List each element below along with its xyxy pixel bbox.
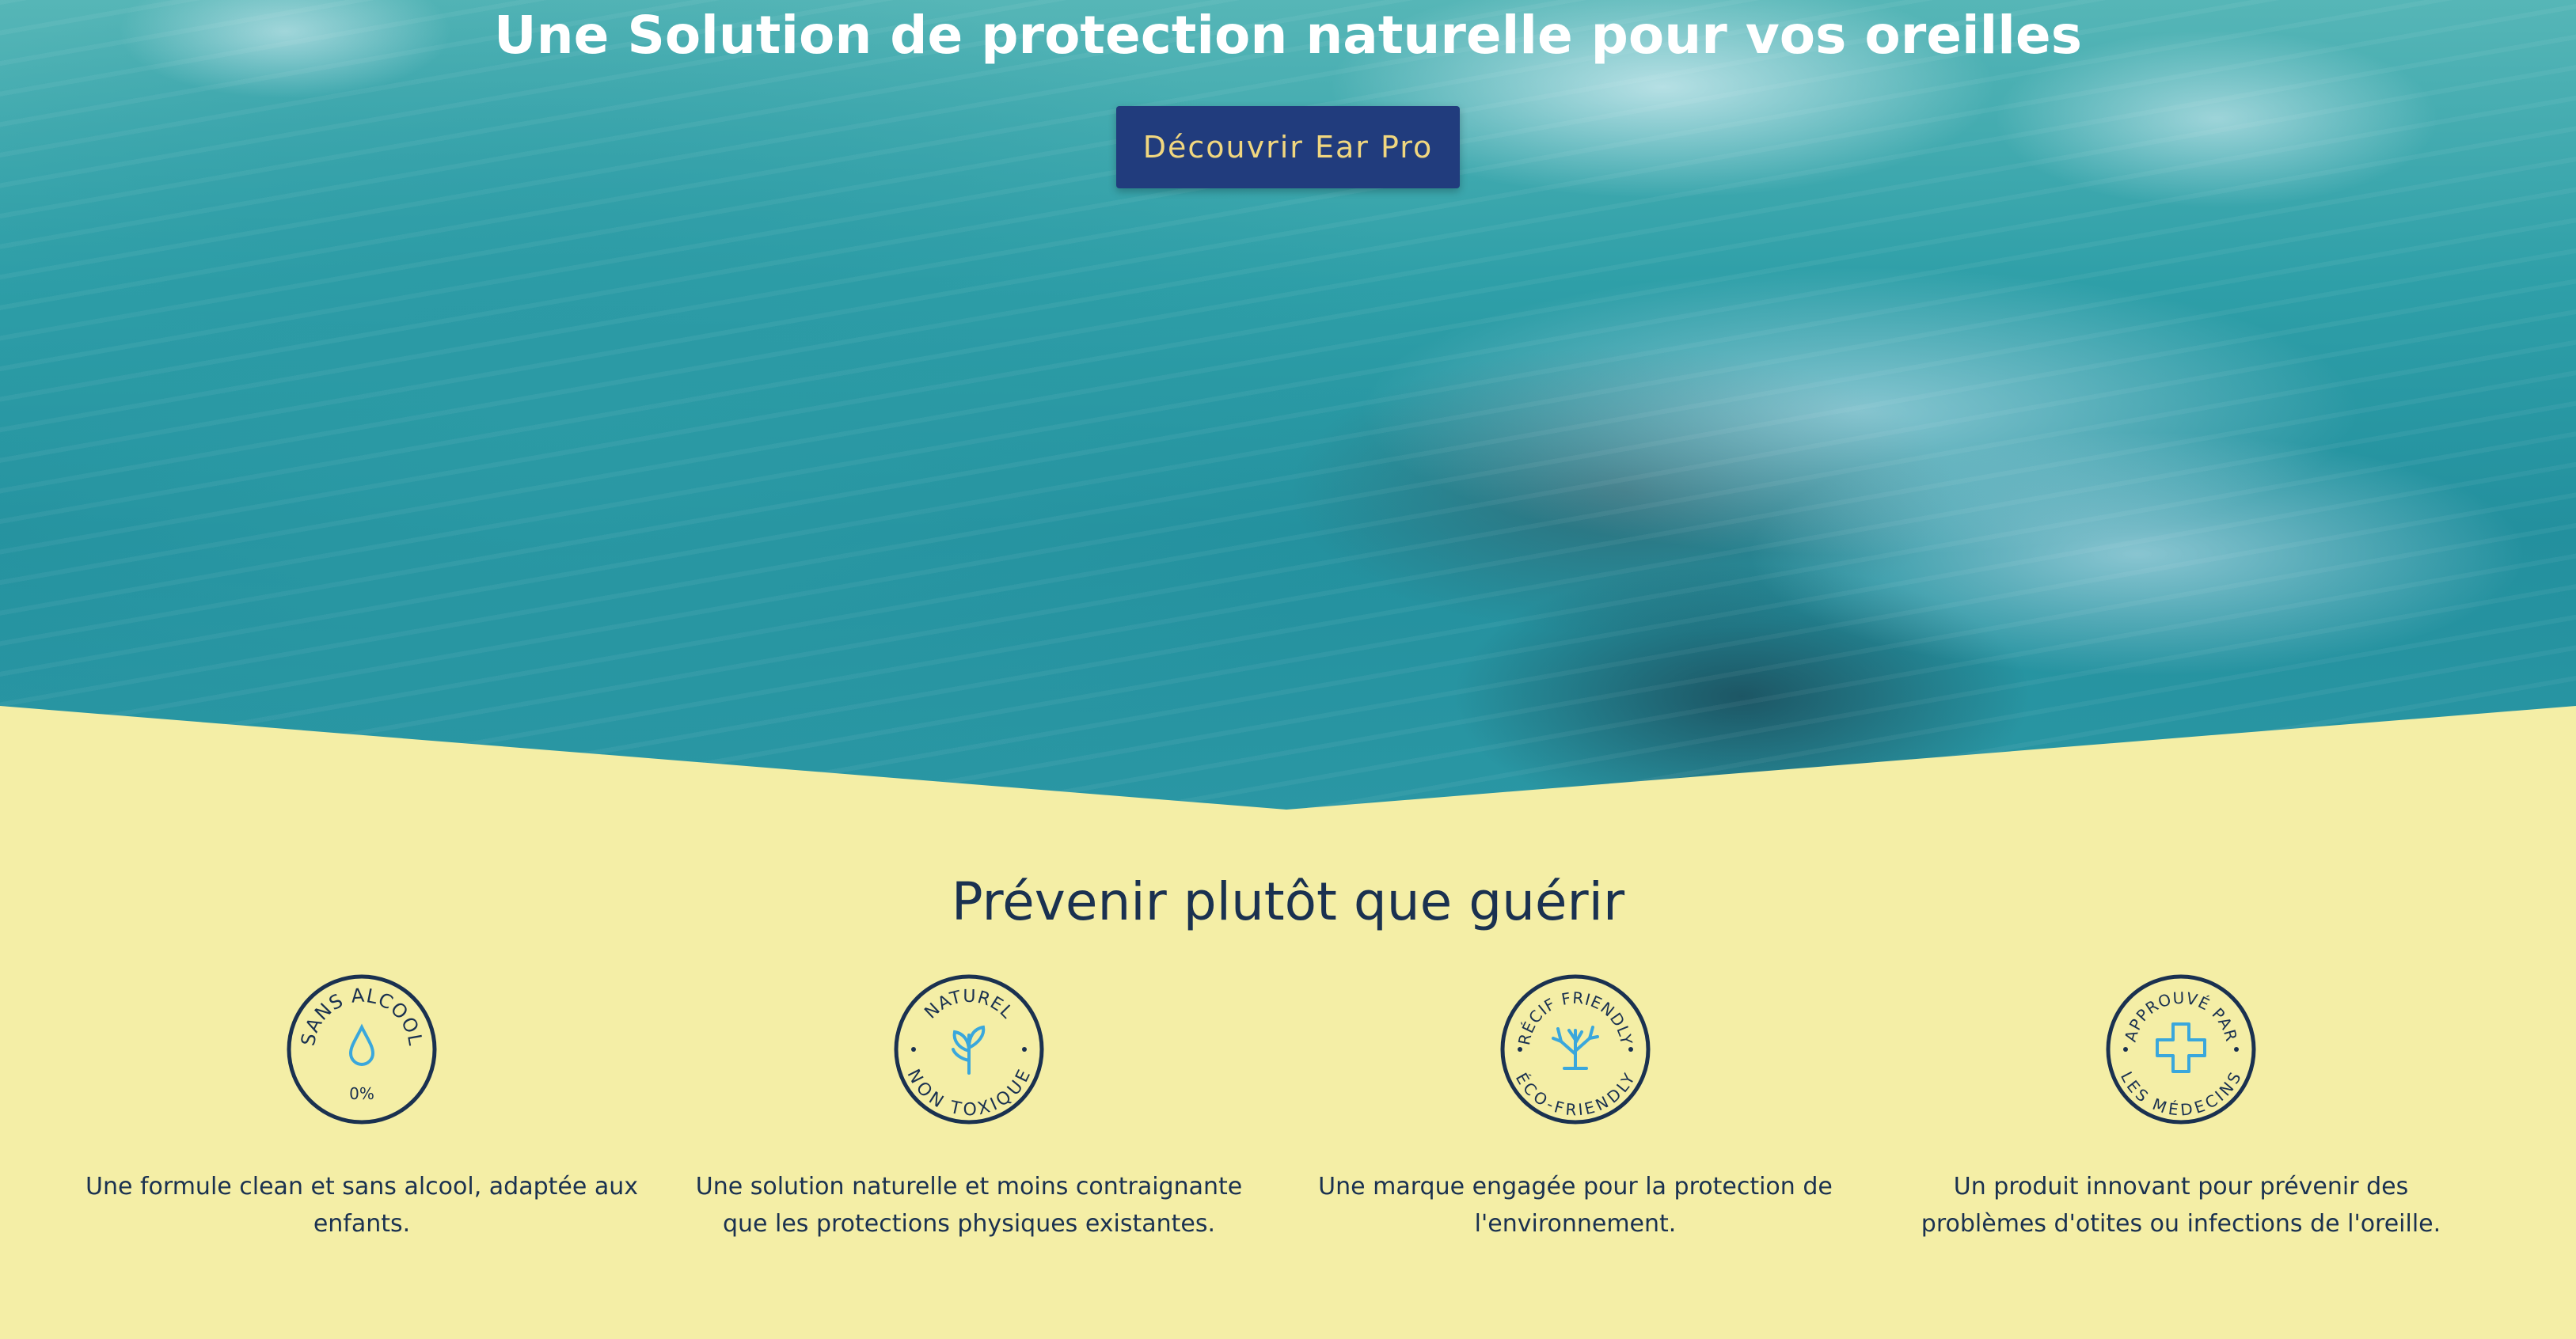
section-title: Prévenir plutôt que guérir xyxy=(951,871,1625,932)
hero-title: Une Solution de protection naturelle pou… xyxy=(494,5,2082,66)
feature-description: Un produit innovant pour prévenir des pr… xyxy=(1921,1173,2441,1238)
sans-alcool-badge: SANS ALCOOL 0% xyxy=(287,974,437,1125)
feature-description: Une solution naturelle et moins contraig… xyxy=(695,1173,1243,1238)
svg-text:ÉCO-FRIENDLY: ÉCO-FRIENDLY xyxy=(1512,1070,1639,1120)
feature-recif-friendly: RÉCIF FRIENDLY ÉCO-FRIENDLY Une marque e… xyxy=(1298,972,1852,1242)
approuve-medecins-badge: APPROUVÉ PAR LES MÉDECINS xyxy=(2106,974,2256,1125)
plant-icon xyxy=(952,1025,986,1075)
drop-icon xyxy=(348,1023,375,1066)
svg-text:LES MÉDECINS: LES MÉDECINS xyxy=(2117,1068,2245,1119)
badge-bottom-text: 0% xyxy=(349,1084,374,1103)
coral-icon xyxy=(1552,1026,1599,1070)
section-divider xyxy=(0,706,2576,823)
badge-bottom-text: LES MÉDECINS xyxy=(2117,1068,2244,1119)
svg-text:APPROUVÉ PAR: APPROUVÉ PAR xyxy=(2121,988,2241,1044)
feature-naturel: NATUREL NON TOXIQUE Une solution naturel… xyxy=(692,972,1246,1242)
feature-sans-alcool: SANS ALCOOL 0% Une formule clean et sans… xyxy=(85,972,639,1242)
discover-ear-pro-button[interactable]: Découvrir Ear Pro xyxy=(1116,106,1460,188)
feature-description: Une formule clean et sans alcool, adapté… xyxy=(85,1173,638,1238)
naturel-badge: NATUREL NON TOXIQUE xyxy=(894,974,1044,1125)
medical-cross-icon xyxy=(2156,1022,2206,1073)
svg-text:NATUREL: NATUREL xyxy=(921,987,1017,1023)
badge-top-text: NATUREL xyxy=(921,987,1016,1023)
feature-approuve-medecins: APPROUVÉ PAR LES MÉDECINS Un produit inn… xyxy=(1904,972,2458,1242)
badge-bottom-text: ÉCO-FRIENDLY xyxy=(1512,1070,1638,1120)
recif-friendly-badge: RÉCIF FRIENDLY ÉCO-FRIENDLY xyxy=(1500,974,1651,1125)
badge-top-text: APPROUVÉ PAR xyxy=(2121,988,2240,1044)
feature-description: Une marque engagée pour la protection de… xyxy=(1318,1173,1833,1238)
